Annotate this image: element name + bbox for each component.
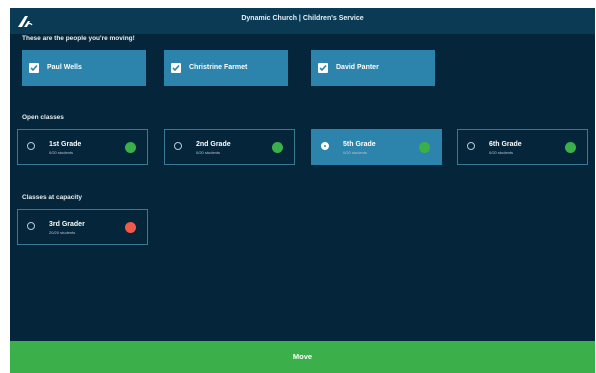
person-name: David Panter: [336, 64, 379, 71]
class-name: 5th Grade: [343, 141, 376, 148]
class-student-count: 20/20 students: [49, 230, 76, 235]
move-button[interactable]: Move: [10, 341, 595, 373]
availability-status-icon: [125, 142, 136, 153]
class-student-count: 0/20 students: [49, 150, 74, 155]
person-card-david-panter[interactable]: David Panter: [311, 50, 435, 86]
radio-button[interactable]: [27, 142, 35, 150]
class-student-count: 0/20 students: [489, 150, 514, 155]
availability-status-icon: [272, 142, 283, 153]
class-student-count: 0/20 students: [343, 150, 368, 155]
radio-button[interactable]: [27, 222, 35, 230]
radio-button[interactable]: [174, 142, 182, 150]
people-section-label: These are the people you're moving!: [22, 35, 135, 42]
class-student-count: 0/20 students: [196, 150, 221, 155]
open-classes-label: Open classes: [22, 114, 64, 121]
person-card-christrine-farmet[interactable]: Christrine Farmet: [164, 50, 288, 86]
class-name: 1st Grade: [49, 141, 82, 148]
class-name: 6th Grade: [489, 141, 522, 148]
checkbox-checked-icon[interactable]: [318, 63, 328, 73]
header-bar: Dynamic Church | Children's Service: [10, 8, 595, 34]
person-name: Christrine Farmet: [189, 64, 248, 71]
radio-button[interactable]: [467, 142, 475, 150]
capacity-classes-label: Classes at capacity: [22, 194, 82, 201]
person-name: Paul Wells: [47, 64, 82, 71]
app-title: Dynamic Church | Children's Service: [241, 15, 364, 22]
person-card-paul-wells[interactable]: Paul Wells: [22, 50, 146, 86]
class-option-6th-grade[interactable]: 6th Grade 0/20 students: [457, 129, 588, 165]
availability-status-icon: [419, 142, 430, 153]
class-option-1st-grade[interactable]: 1st Grade 0/20 students: [17, 129, 148, 165]
class-option-2nd-grade[interactable]: 2nd Grade 0/20 students: [164, 129, 295, 165]
app-window: Dynamic Church | Children's Service Thes…: [10, 8, 595, 373]
checkbox-checked-icon[interactable]: [171, 63, 181, 73]
checkbox-checked-icon[interactable]: [29, 63, 39, 73]
class-name: 2nd Grade: [196, 141, 231, 148]
availability-status-icon: [565, 142, 576, 153]
class-name: 3rd Grader: [49, 221, 85, 228]
radio-button-selected[interactable]: [321, 142, 329, 150]
capacity-full-status-icon: [125, 222, 136, 233]
class-option-5th-grade[interactable]: 5th Grade 0/20 students: [311, 129, 442, 165]
class-option-3rd-grader[interactable]: 3rd Grader 20/20 students: [17, 209, 148, 245]
